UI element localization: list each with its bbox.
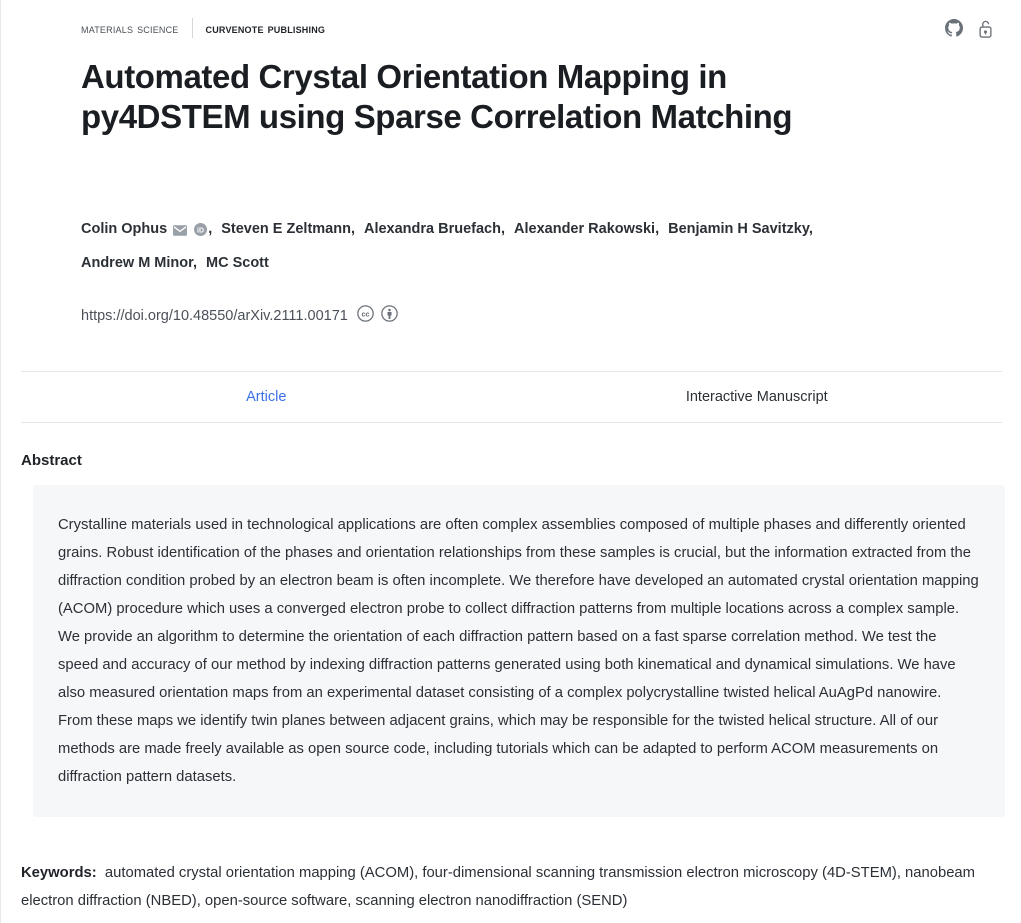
publisher-name[interactable]: Curvenote Publishing: [206, 21, 326, 36]
doi-row: https://doi.org/10.48550/arXiv.2111.0017…: [81, 305, 398, 327]
keywords-values: automated crystal orientation mapping (A…: [21, 865, 975, 909]
tab-article[interactable]: Article: [21, 372, 512, 422]
author-name[interactable]: Andrew M Minor: [81, 255, 193, 271]
article-page: Materials Science Curvenote Publishing A…: [1, 0, 1021, 923]
page-title: Automated Crystal Orientation Mapping in…: [81, 58, 793, 135]
top-bar-actions: [945, 19, 994, 38]
author-list: Colin Ophus iD , Steven E Zeltmann, Alexan…: [81, 214, 881, 279]
abstract-text: Crystalline materials used in technologi…: [58, 517, 979, 785]
author-name[interactable]: Alexander Rakowski: [514, 221, 655, 237]
top-bar: Materials Science Curvenote Publishing: [1, 0, 1021, 56]
author-item: Alexander Rakowski,: [514, 221, 660, 237]
svg-text:iD: iD: [197, 227, 204, 234]
doi-link[interactable]: https://doi.org/10.48550/arXiv.2111.0017…: [81, 308, 348, 324]
author-item: Alexandra Bruefach,: [363, 221, 506, 237]
github-icon[interactable]: [945, 19, 963, 37]
open-access-icon[interactable]: [977, 19, 994, 38]
keywords-label: Keywords:: [21, 865, 97, 881]
author-item: Steven E Zeltmann,: [221, 221, 355, 237]
author-name[interactable]: Colin Ophus: [81, 221, 167, 237]
tab-bar: Article Interactive Manuscript: [21, 371, 1002, 423]
author-item: Benjamin H Savitzky,: [668, 221, 813, 237]
tab-interactive-manuscript[interactable]: Interactive Manuscript: [512, 372, 1003, 422]
author-item: Colin Ophus iD ,: [81, 221, 212, 237]
breadcrumb-divider: [191, 18, 193, 38]
author-name[interactable]: Benjamin H Savitzky: [668, 221, 809, 237]
author-item: Andrew M Minor,: [81, 255, 198, 271]
orcid-icon[interactable]: iD: [194, 217, 208, 248]
author-name[interactable]: Alexandra Bruefach: [364, 221, 501, 237]
journal-name[interactable]: Materials Science: [81, 21, 179, 36]
author-item: MC Scott: [206, 255, 269, 271]
author-name[interactable]: MC Scott: [206, 255, 269, 271]
abstract-panel: Crystalline materials used in technologi…: [33, 485, 1005, 817]
cc-by-icon[interactable]: [381, 305, 398, 327]
email-icon[interactable]: [173, 217, 188, 248]
creative-commons-icon[interactable]: cc: [357, 305, 374, 327]
author-name[interactable]: Steven E Zeltmann: [221, 221, 351, 237]
breadcrumb: Materials Science Curvenote Publishing: [81, 18, 325, 38]
svg-text:cc: cc: [361, 310, 369, 319]
license-icons: cc: [357, 305, 398, 327]
abstract-heading: Abstract: [21, 452, 82, 469]
keywords-row: Keywords: automated crystal orientation …: [21, 859, 981, 915]
